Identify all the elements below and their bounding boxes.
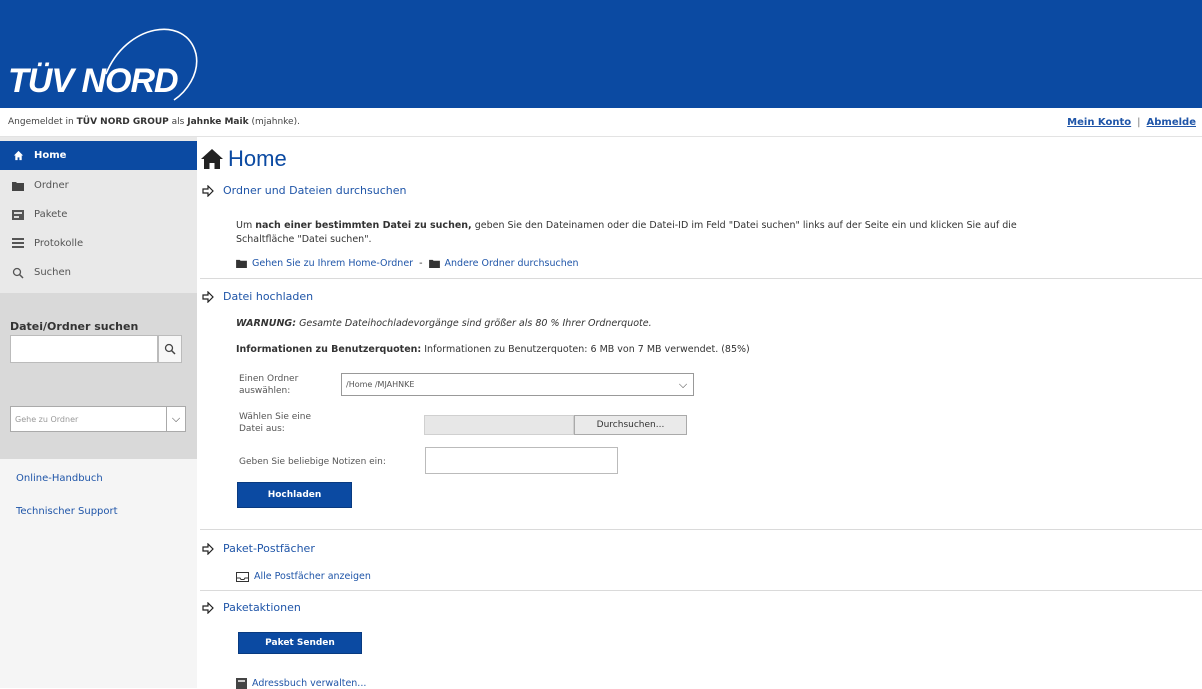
- login-as: als: [171, 117, 185, 127]
- sidebar-item-home[interactable]: Home: [0, 141, 197, 170]
- browse-text-pre: Um: [236, 220, 253, 231]
- inbox-icon: [236, 571, 249, 582]
- technical-support-link[interactable]: Technischer Support: [16, 506, 118, 517]
- sidebar-item-pakete[interactable]: Pakete: [0, 200, 197, 229]
- file-search-button[interactable]: [158, 335, 182, 363]
- quota-warning: WARNUNG: Gesamte Dateihochladevorgänge s…: [236, 318, 652, 329]
- search-icon: [12, 267, 24, 279]
- home-icon: [201, 149, 223, 169]
- folder-icon: [12, 180, 24, 192]
- sidebar-item-label: Protokolle: [34, 238, 84, 249]
- login-user: Jahnke Maik: [187, 117, 249, 127]
- file-select-label: Wählen Sie eine Datei aus:: [239, 411, 311, 435]
- upload-folder-select[interactable]: /Home /MJAHNKE ⌵: [341, 373, 694, 396]
- login-userid: (mjahnke).: [251, 117, 300, 127]
- section-divider: [200, 590, 1202, 591]
- sidebar-item-ordner[interactable]: Ordner: [0, 171, 197, 200]
- my-account-link[interactable]: Mein Konto: [1067, 117, 1131, 128]
- mailboxes-link-row: Alle Postfächer anzeigen: [236, 571, 371, 582]
- goto-folder-placeholder: Gehe zu Ordner: [15, 414, 79, 424]
- folder-select-label: Einen Ordner auswählen:: [239, 373, 298, 397]
- file-search-input[interactable]: [10, 335, 158, 363]
- upload-folder-value: /Home /MJAHNKE: [346, 380, 415, 389]
- all-mailboxes-link[interactable]: Alle Postfächer anzeigen: [254, 571, 371, 582]
- browse-links: Gehen Sie zu Ihrem Home-Ordner - Andere …: [236, 258, 579, 269]
- chevron-down-icon: ⌵: [678, 377, 688, 391]
- login-status: Angemeldet in TÜV NORD GROUP als Jahnke …: [8, 117, 300, 127]
- goto-home-folder-link[interactable]: Gehen Sie zu Ihrem Home-Ordner: [252, 258, 413, 269]
- manage-addressbook-link[interactable]: Adressbuch verwalten...: [252, 678, 366, 689]
- section-mailboxes-title: Paket-Postfächer: [223, 542, 315, 555]
- account-separator: |: [1137, 117, 1141, 128]
- login-org: TÜV NORD GROUP: [76, 117, 169, 127]
- home-icon: [12, 150, 24, 162]
- browse-link-separator: -: [419, 258, 423, 269]
- browse-instructions-line2: Schaltfläche "Datei suchen".: [236, 234, 372, 245]
- quota-info-text: Informationen zu Benutzerquoten: 6 MB vo…: [424, 344, 750, 355]
- quota-info-label: Informationen zu Benutzerquoten:: [236, 344, 422, 355]
- section-upload-heading[interactable]: Datei hochladen: [202, 290, 313, 303]
- page-title: Home: [200, 146, 287, 172]
- section-mailboxes-heading[interactable]: Paket-Postfächer: [202, 542, 315, 555]
- section-actions-heading[interactable]: Paketaktionen: [202, 601, 301, 614]
- notes-label: Geben Sie beliebige Notizen ein:: [239, 457, 386, 467]
- section-browse-title: Ordner und Dateien durchsuchen: [223, 184, 407, 197]
- online-handbook-link[interactable]: Online-Handbuch: [16, 473, 103, 484]
- section-actions-title: Paketaktionen: [223, 601, 301, 614]
- folder-icon: [428, 259, 440, 268]
- account-links: Mein Konto | Abmelde: [1067, 117, 1196, 128]
- login-prefix: Angemeldet in: [8, 117, 74, 127]
- sidebar-item-label: Ordner: [34, 180, 69, 191]
- sidebar-item-label: Pakete: [34, 209, 68, 220]
- sidebar-item-suchen[interactable]: Suchen: [0, 258, 197, 287]
- file-select-label-line2: Datei aus:: [239, 424, 285, 434]
- package-icon: [12, 209, 24, 221]
- search-icon: [164, 343, 176, 355]
- file-search-label: Datei/Ordner suchen: [10, 320, 139, 333]
- quota-info: Informationen zu Benutzerquoten: Informa…: [236, 344, 750, 355]
- file-select-label-line1: Wählen Sie eine: [239, 412, 312, 422]
- folder-select-label-line1: Einen Ordner: [239, 374, 299, 384]
- chevron-down-icon: ⌵: [166, 407, 185, 431]
- tuv-nord-logo[interactable]: TÜV NORD: [8, 62, 179, 101]
- folder-select-label-line2: auswählen:: [239, 386, 291, 396]
- section-divider: [200, 529, 1202, 530]
- sidebar-item-label: Home: [34, 150, 67, 161]
- file-path-field[interactable]: [424, 415, 574, 435]
- quota-warning-label: WARNUNG:: [236, 318, 297, 329]
- sidebar-item-protokolle[interactable]: Protokolle: [0, 229, 197, 258]
- goto-folder-select[interactable]: Gehe zu Ordner ⌵: [10, 406, 186, 432]
- addressbook-link-row: Adressbuch verwalten...: [236, 678, 366, 689]
- arrow-right-icon: [202, 601, 214, 614]
- arrow-right-icon: [202, 184, 214, 197]
- addressbook-icon: [236, 678, 247, 689]
- folder-icon: [236, 259, 247, 268]
- browse-other-folders-link[interactable]: Andere Ordner durchsuchen: [445, 258, 579, 269]
- browse-file-button[interactable]: Durchsuchen...: [574, 415, 687, 435]
- quota-warning-text: Gesamte Dateihochladevorgänge sind größe…: [299, 318, 652, 329]
- notes-input[interactable]: [425, 447, 618, 474]
- arrow-right-icon: [202, 542, 214, 555]
- page-title-text: Home: [228, 146, 287, 171]
- arrow-right-icon: [202, 290, 214, 303]
- list-icon: [12, 238, 24, 250]
- send-package-button[interactable]: Paket Senden: [238, 632, 362, 654]
- upload-button[interactable]: Hochladen: [237, 482, 352, 508]
- browse-text-post: geben Sie den Dateinamen oder die Datei-…: [474, 220, 1017, 231]
- sidebar-links-panel: [0, 459, 197, 688]
- section-upload-title: Datei hochladen: [223, 290, 314, 303]
- section-divider: [200, 278, 1202, 279]
- section-browse-heading[interactable]: Ordner und Dateien durchsuchen: [202, 184, 406, 197]
- logout-link[interactable]: Abmelde: [1147, 117, 1196, 128]
- sidebar-item-label: Suchen: [34, 267, 72, 278]
- browse-instructions: Um nach einer bestimmten Datei zu suchen…: [236, 220, 1017, 231]
- sidebar-search-panel: [0, 293, 197, 459]
- browse-text-bold: nach einer bestimmten Datei zu suchen,: [255, 220, 472, 231]
